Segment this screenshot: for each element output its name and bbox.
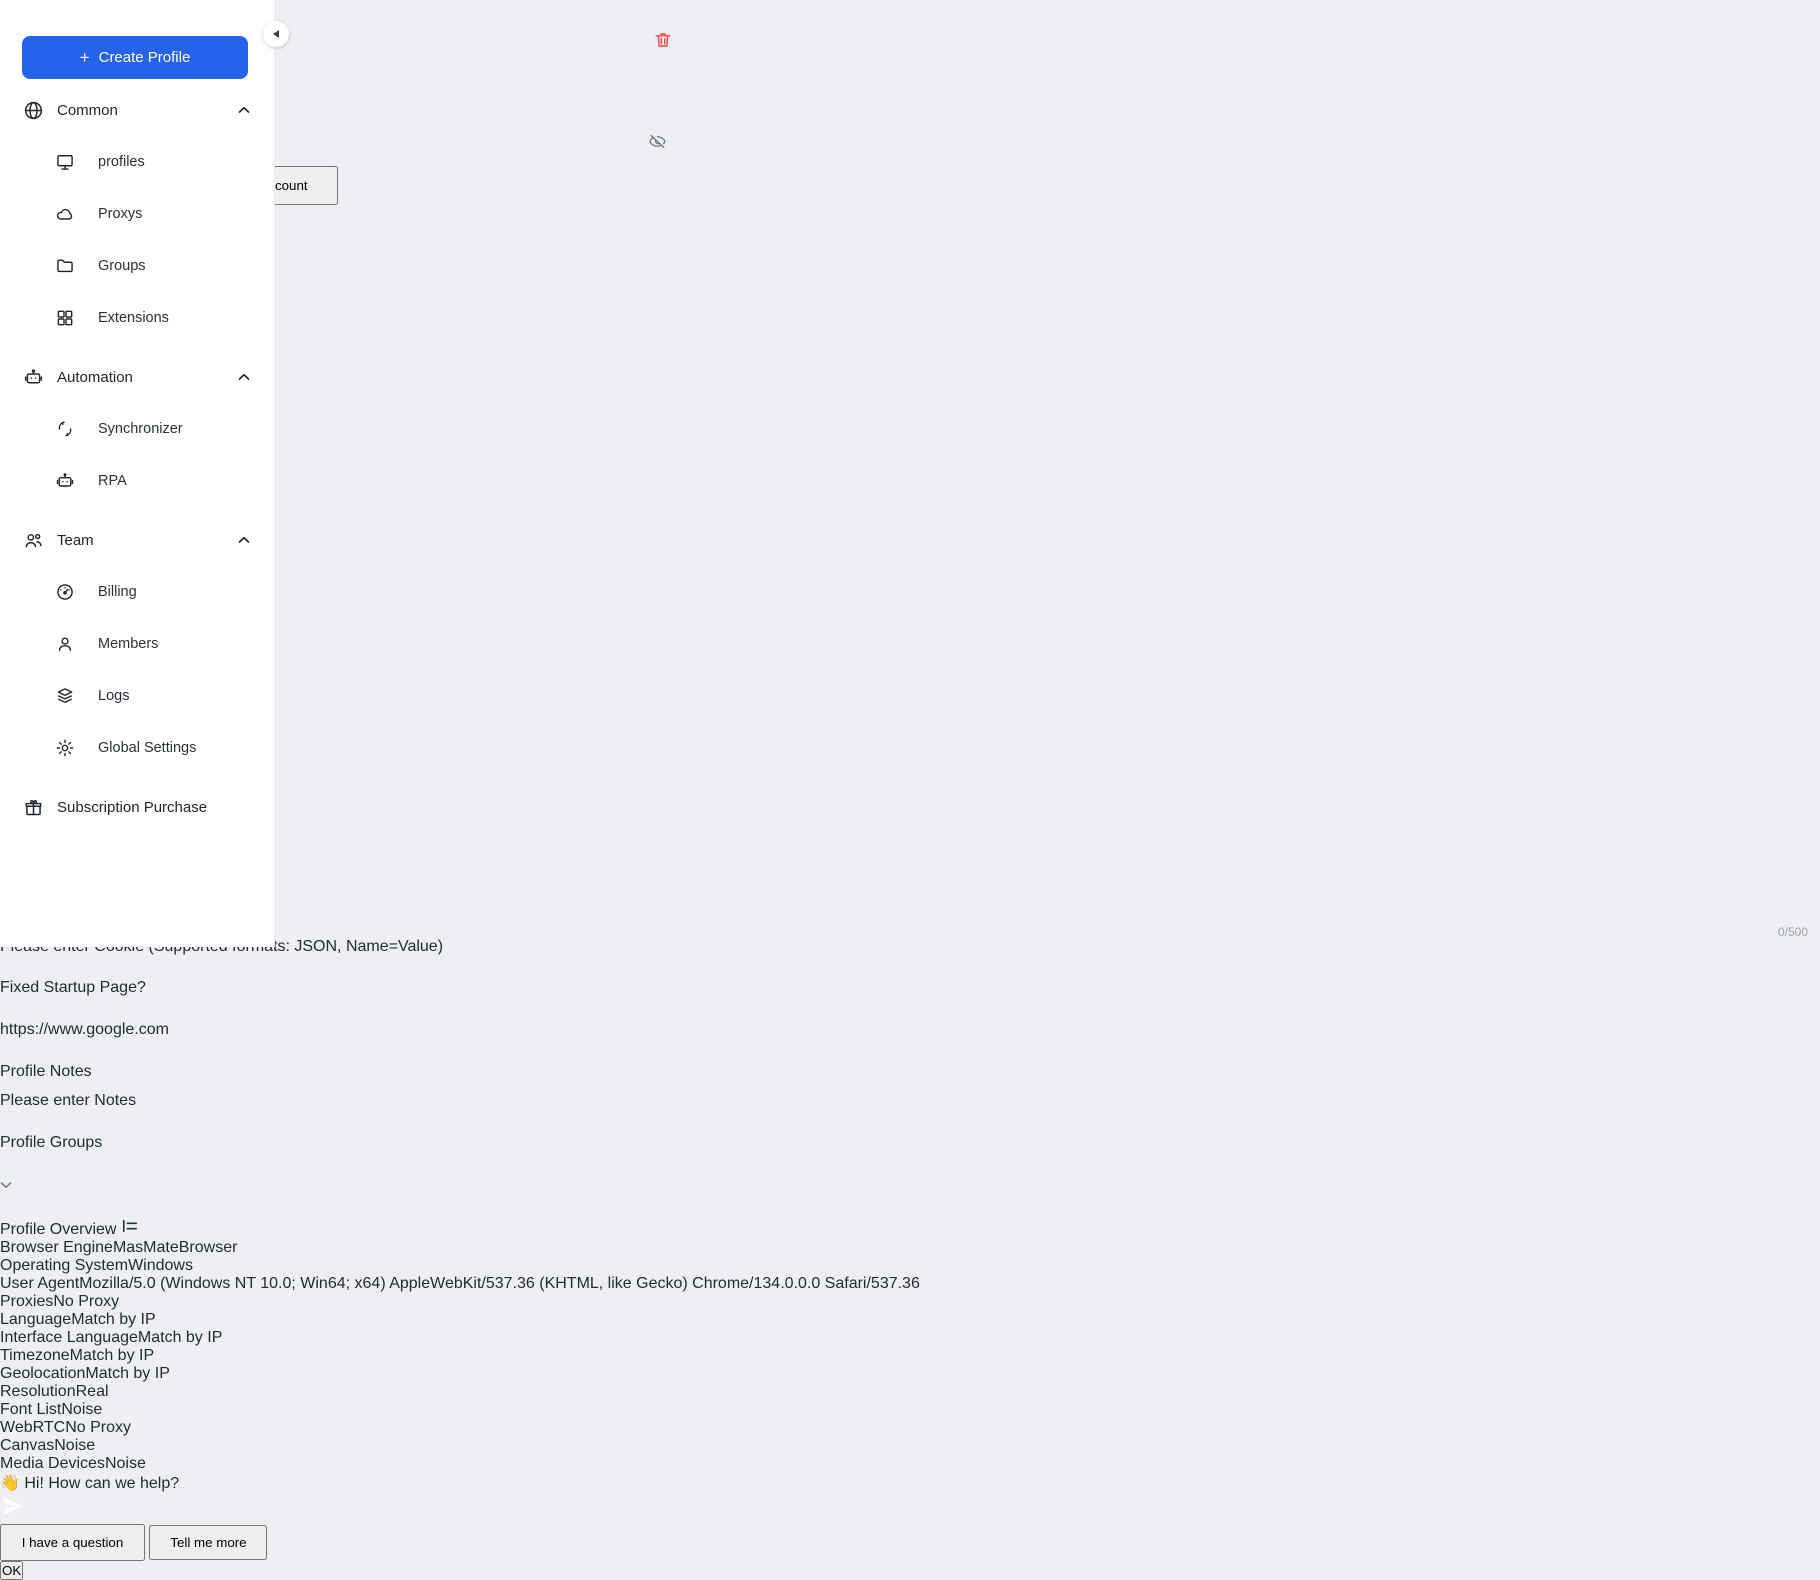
overview-row: Media DevicesNoise (0, 1455, 1820, 1473)
team-icon (23, 530, 44, 551)
chat-quick-reply-tell-me-more[interactable]: Tell me more (149, 1525, 267, 1560)
profile-groups-select[interactable] (0, 1176, 1820, 1218)
fixed-startup-page-label: Fixed Startup Page? (0, 979, 1820, 1021)
sidebar-item-members[interactable]: Members (0, 618, 274, 670)
overview-row: Operating SystemWindows (0, 1257, 1820, 1275)
window-scrollbar[interactable] (1491, 505, 1498, 577)
plus-icon: + (80, 48, 90, 68)
chat-quick-reply-question[interactable]: I have a question (0, 1524, 145, 1561)
chat-greeting-bubble[interactable]: 👋 Hi! How can we help? (0, 1473, 1820, 1493)
sync-icon (54, 419, 75, 440)
gift-icon (23, 797, 44, 818)
overview-title: Profile Overview (0, 1221, 116, 1238)
sidebar-item-synchronizer[interactable]: Synchronizer (0, 403, 274, 455)
folder-icon (54, 256, 75, 277)
sidebar-menu: Common profiles Proxys Groups Extensions… (0, 84, 274, 833)
cloud-icon (54, 204, 75, 225)
sidebar-group-label: Common (57, 102, 118, 119)
profile-notes-textarea[interactable]: Please enter Notes 0/500 (0, 1083, 1820, 1134)
collapse-left-icon (273, 30, 279, 38)
sidebar-item-rpa[interactable]: RPA (0, 455, 274, 507)
help-icon[interactable]: ? (137, 979, 146, 996)
overview-row: CanvasNoise (0, 1437, 1820, 1455)
char-counter: 0/500 (1778, 925, 1808, 939)
overview-row: Font ListNoise (0, 1401, 1820, 1419)
sidebar-item-subscription-purchase[interactable]: Subscription Purchase (0, 781, 274, 833)
profile-notes-label: Profile Notes (0, 1063, 1820, 1083)
filter-list-icon[interactable] (121, 1221, 139, 1238)
sidebar-item-groups[interactable]: Groups (0, 240, 274, 292)
delete-account-button[interactable] (653, 29, 673, 54)
sidebar: + Create Profile Common profiles Proxys … (0, 0, 275, 947)
fixed-startup-page-input[interactable]: https://www.google.com (0, 1021, 1820, 1063)
sidebar-item-billing[interactable]: Billing (0, 566, 274, 618)
chevron-up-icon (238, 101, 250, 119)
sidebar-item-profiles[interactable]: profiles (0, 136, 274, 188)
chevron-down-icon (0, 1176, 12, 1193)
chevron-up-icon (238, 368, 250, 386)
sidebar-collapse-button[interactable] (263, 21, 289, 47)
robot-icon (54, 471, 75, 492)
grid-icon (54, 308, 75, 329)
trash-icon (653, 29, 673, 51)
overview-row: WebRTCNo Proxy (0, 1419, 1820, 1437)
sidebar-item-extensions[interactable]: Extensions (0, 292, 274, 344)
globe-icon (23, 100, 44, 121)
overview-row: LanguageMatch by IP (0, 1311, 1820, 1329)
overview-row: Interface LanguageMatch by IP (0, 1329, 1820, 1347)
robot-icon (23, 367, 44, 388)
create-profile-button[interactable]: + Create Profile (22, 36, 248, 79)
eye-off-icon[interactable] (648, 132, 667, 156)
wave-emoji: 👋 (0, 1475, 20, 1492)
create-profile-label: Create Profile (99, 49, 191, 66)
sidebar-item-global-settings[interactable]: Global Settings (0, 722, 274, 774)
overview-row: Browser EngineMasMateBrowser (0, 1239, 1820, 1257)
monitor-icon (54, 152, 75, 173)
sidebar-group-team[interactable]: Team (0, 514, 274, 566)
sidebar-item-logs[interactable]: Logs (0, 670, 274, 722)
person-icon (54, 634, 75, 655)
ok-button[interactable]: OK (0, 1561, 23, 1580)
paper-plane-icon (0, 1493, 26, 1519)
sidebar-group-automation[interactable]: Automation (0, 351, 274, 403)
profile-overview-card: Profile Overview Browser EngineMasMateBr… (0, 1218, 1820, 1473)
gear-icon (54, 738, 75, 759)
overview-row: ResolutionReal (0, 1383, 1820, 1401)
layers-icon (54, 686, 75, 707)
main-scrollbar[interactable] (952, 85, 961, 855)
overview-row: GeolocationMatch by IP (0, 1365, 1820, 1383)
chat-avatar[interactable] (0, 1493, 1820, 1524)
chevron-up-icon (238, 531, 250, 549)
overview-row: User AgentMozilla/5.0 (Windows NT 10.0; … (0, 1275, 1820, 1293)
sidebar-group-common[interactable]: Common (0, 84, 274, 136)
gauge-icon (54, 582, 75, 603)
profile-groups-label: Profile Groups (0, 1134, 1820, 1176)
overview-row: TimezoneMatch by IP (0, 1347, 1820, 1365)
overview-row: ProxiesNo Proxy (0, 1293, 1820, 1311)
sidebar-item-proxys[interactable]: Proxys (0, 188, 274, 240)
